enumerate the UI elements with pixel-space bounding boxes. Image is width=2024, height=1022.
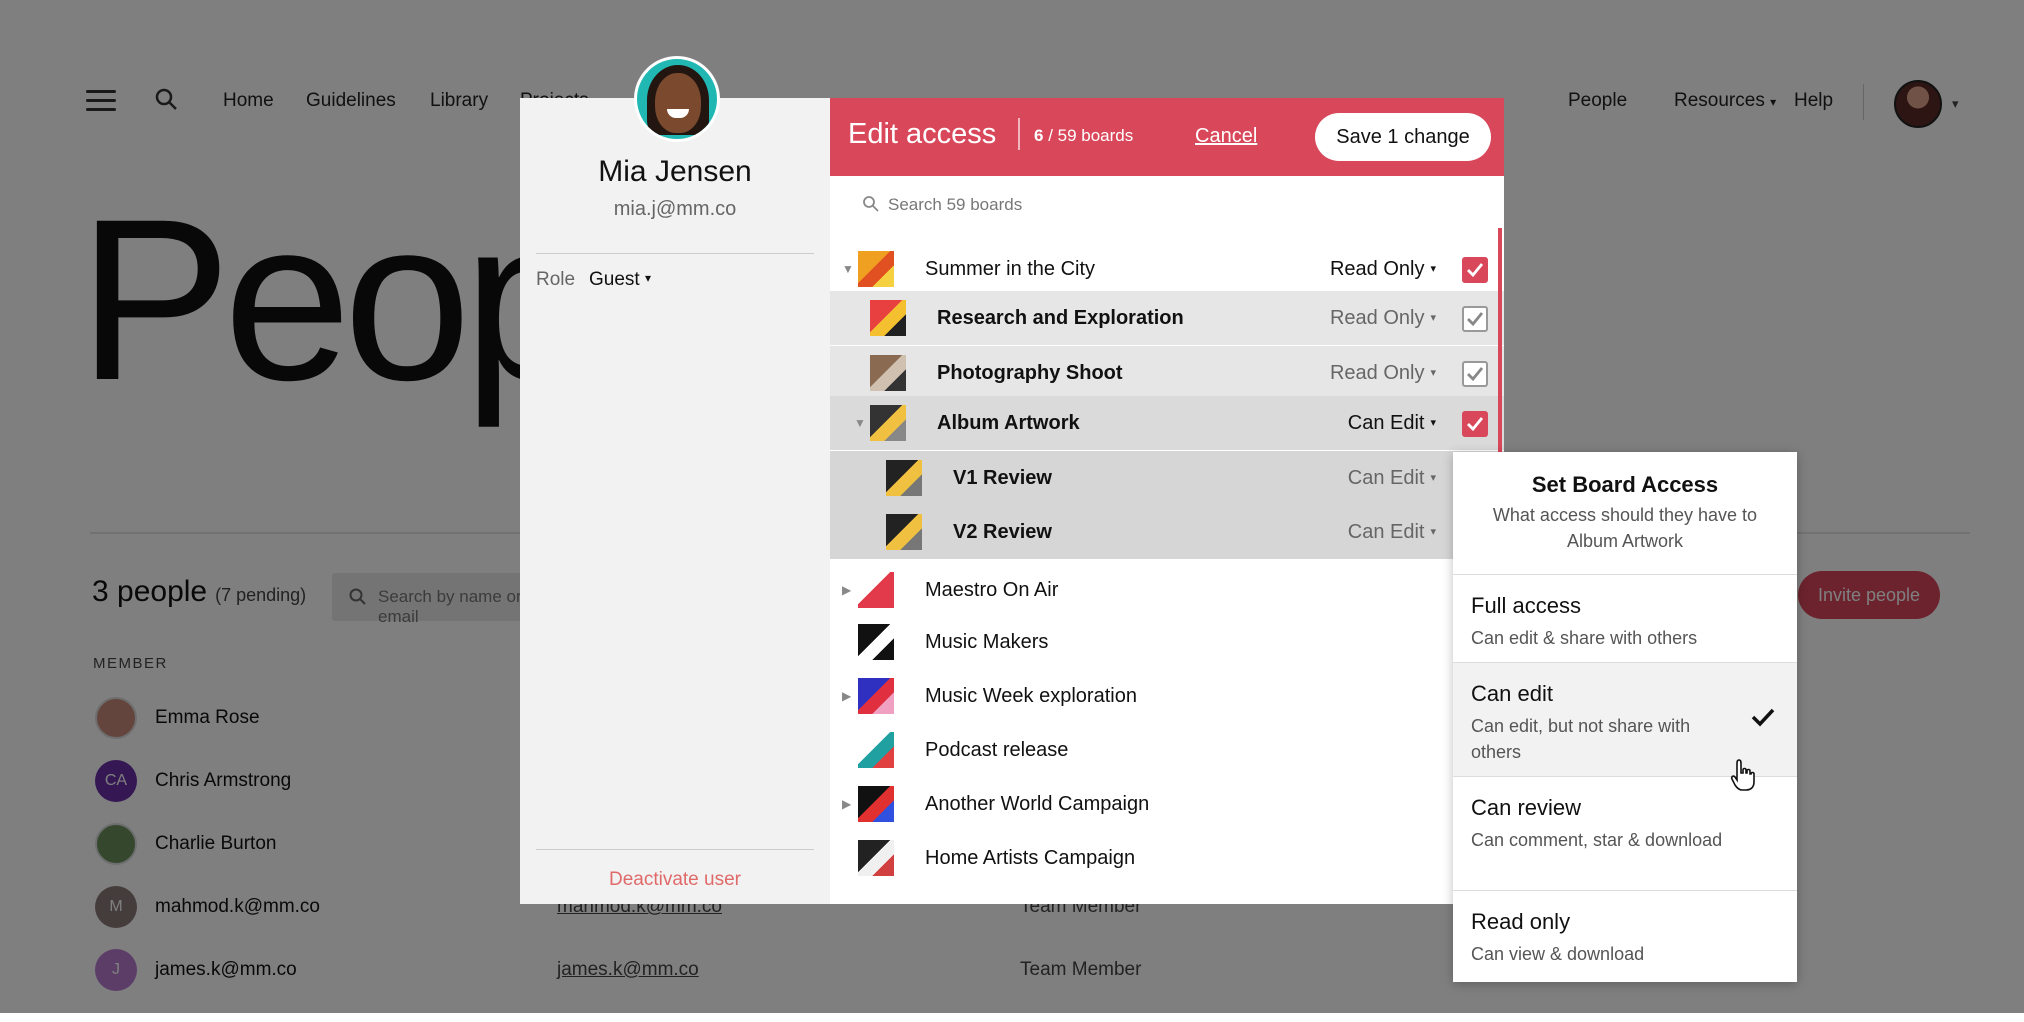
- board-row[interactable]: Music Makers: [830, 615, 1504, 669]
- checkbox-icon[interactable]: [1462, 257, 1488, 283]
- board-row[interactable]: Home Artists Campaign: [830, 831, 1504, 885]
- chevron-down-icon: ▾: [1430, 312, 1436, 324]
- chevron-down-icon: ▾: [1430, 526, 1436, 538]
- option-desc: Can edit & share with others: [1471, 628, 1698, 648]
- permission-dropdown[interactable]: Read Only ▾: [1266, 307, 1436, 330]
- role-dropdown[interactable]: Guest ▾: [589, 269, 651, 291]
- option-desc: Can comment, star & download: [1471, 830, 1723, 850]
- board-name: Maestro On Air: [925, 579, 1059, 601]
- board-name: V1 Review: [953, 467, 1052, 489]
- avatar: [634, 56, 720, 142]
- role-label: Role: [536, 269, 576, 290]
- board-name: V2 Review: [953, 521, 1052, 543]
- board-thumbnail: [870, 355, 906, 391]
- option-title: Full access: [1471, 593, 1582, 618]
- checkbox-icon[interactable]: [1462, 411, 1488, 437]
- board-thumbnail: [858, 786, 894, 822]
- board-thumbnail: [858, 624, 894, 660]
- option-full-access[interactable]: Full access Can edit & share with others: [1453, 574, 1797, 662]
- permission-dropdown[interactable]: Can Edit ▾: [1266, 412, 1436, 435]
- permission-dropdown[interactable]: Read Only ▾: [1266, 258, 1436, 281]
- board-access-dropdown: Set Board Access What access should they…: [1453, 452, 1797, 982]
- chevron-down-icon: ▾: [1430, 472, 1436, 484]
- permission-dropdown[interactable]: Can Edit ▾: [1266, 521, 1436, 544]
- dropdown-subtitle: What access should they have to Album Ar…: [1492, 505, 1758, 551]
- search-icon: [863, 196, 879, 212]
- divider: [536, 849, 814, 850]
- option-read-only[interactable]: Read only Can view & download: [1453, 890, 1797, 982]
- option-title: Read only: [1471, 909, 1571, 934]
- dropdown-title: Set Board Access: [1531, 472, 1719, 497]
- chevron-down-icon: ▾: [1430, 263, 1436, 275]
- board-name: Research and Exploration: [937, 307, 1184, 329]
- board-thumbnail: [858, 732, 894, 768]
- board-search-input[interactable]: Search 59 boards: [830, 176, 1504, 232]
- divider: [536, 253, 814, 254]
- search-placeholder: Search 59 boards: [888, 195, 1023, 214]
- board-thumbnail: [870, 300, 906, 336]
- hand-pointer-icon: [1730, 759, 1755, 791]
- edit-access-header: Edit access 6 / 59 boards Cancel Save 1 …: [830, 98, 1504, 176]
- board-thumbnail: [858, 840, 894, 876]
- permission-dropdown[interactable]: Read Only ▾: [1266, 362, 1436, 385]
- dropdown-header: Set Board Access What access should they…: [1453, 452, 1797, 574]
- checkbox-icon[interactable]: [1462, 361, 1488, 387]
- board-name: Summer in the City: [925, 258, 1096, 280]
- cancel-button[interactable]: Cancel: [1195, 125, 1257, 148]
- board-thumbnail: [886, 514, 922, 550]
- chevron-down-icon: ▾: [644, 271, 652, 285]
- board-row[interactable]: V2 Review Can Edit ▾: [830, 505, 1504, 559]
- board-name: Home Artists Campaign: [925, 847, 1136, 869]
- bottom-strip: [0, 1013, 2024, 1022]
- board-thumbnail: [886, 460, 922, 496]
- checkbox-icon[interactable]: [1462, 306, 1488, 332]
- board-row[interactable]: ▶ Maestro On Air: [830, 563, 1504, 617]
- board-row[interactable]: ▼ Album Artwork Can Edit ▾: [830, 396, 1504, 450]
- board-row[interactable]: ▶ Music Week exploration: [830, 669, 1504, 723]
- chevron-right-icon[interactable]: ▶: [842, 689, 851, 703]
- option-title: Can edit: [1471, 681, 1553, 706]
- chevron-down-icon[interactable]: ▼: [854, 416, 866, 430]
- option-can-review[interactable]: Can review Can comment, star & download: [1453, 776, 1797, 890]
- board-name: Podcast release: [925, 739, 1069, 761]
- option-desc: Can edit, but not share with others: [1471, 716, 1691, 762]
- option-desc: Can view & download: [1471, 944, 1645, 964]
- board-row[interactable]: V1 Review Can Edit ▾: [830, 451, 1504, 505]
- board-row[interactable]: Research and Exploration Read Only ▾: [830, 291, 1504, 345]
- board-name: Album Artwork: [937, 412, 1080, 434]
- user-email: mia.j@mm.co: [613, 198, 737, 220]
- chevron-down-icon[interactable]: ▼: [842, 262, 854, 276]
- board-thumbnail: [870, 405, 906, 441]
- board-thumbnail: [858, 251, 894, 287]
- check-icon: [1751, 708, 1775, 727]
- board-name: Another World Campaign: [925, 793, 1150, 815]
- user-name: Mia Jensen: [598, 155, 752, 188]
- board-count: 6 / 59 boards: [1034, 126, 1134, 145]
- divider: [1018, 118, 1020, 150]
- board-name: Music Week exploration: [925, 685, 1137, 707]
- option-title: Can review: [1471, 795, 1582, 820]
- board-thumbnail: [858, 572, 894, 608]
- deactivate-user-button[interactable]: Deactivate user: [520, 869, 830, 891]
- board-name: Music Makers: [925, 631, 1049, 653]
- permission-dropdown[interactable]: Can Edit ▾: [1266, 467, 1436, 490]
- board-row[interactable]: ▶ Another World Campaign: [830, 777, 1504, 831]
- board-name: Photography Shoot: [937, 362, 1123, 384]
- chevron-down-icon: ▾: [1430, 417, 1436, 429]
- chevron-right-icon[interactable]: ▶: [842, 797, 851, 811]
- save-button[interactable]: Save 1 change: [1315, 113, 1491, 161]
- board-row[interactable]: ▼ Summer in the City Read Only ▾: [830, 242, 1504, 296]
- board-thumbnail: [858, 678, 894, 714]
- chevron-down-icon: ▾: [1430, 367, 1436, 379]
- edit-access-title: Edit access: [848, 118, 997, 150]
- board-row[interactable]: Photography Shoot Read Only ▾: [830, 346, 1504, 400]
- board-row[interactable]: Podcast release: [830, 723, 1504, 777]
- chevron-right-icon[interactable]: ▶: [842, 583, 851, 597]
